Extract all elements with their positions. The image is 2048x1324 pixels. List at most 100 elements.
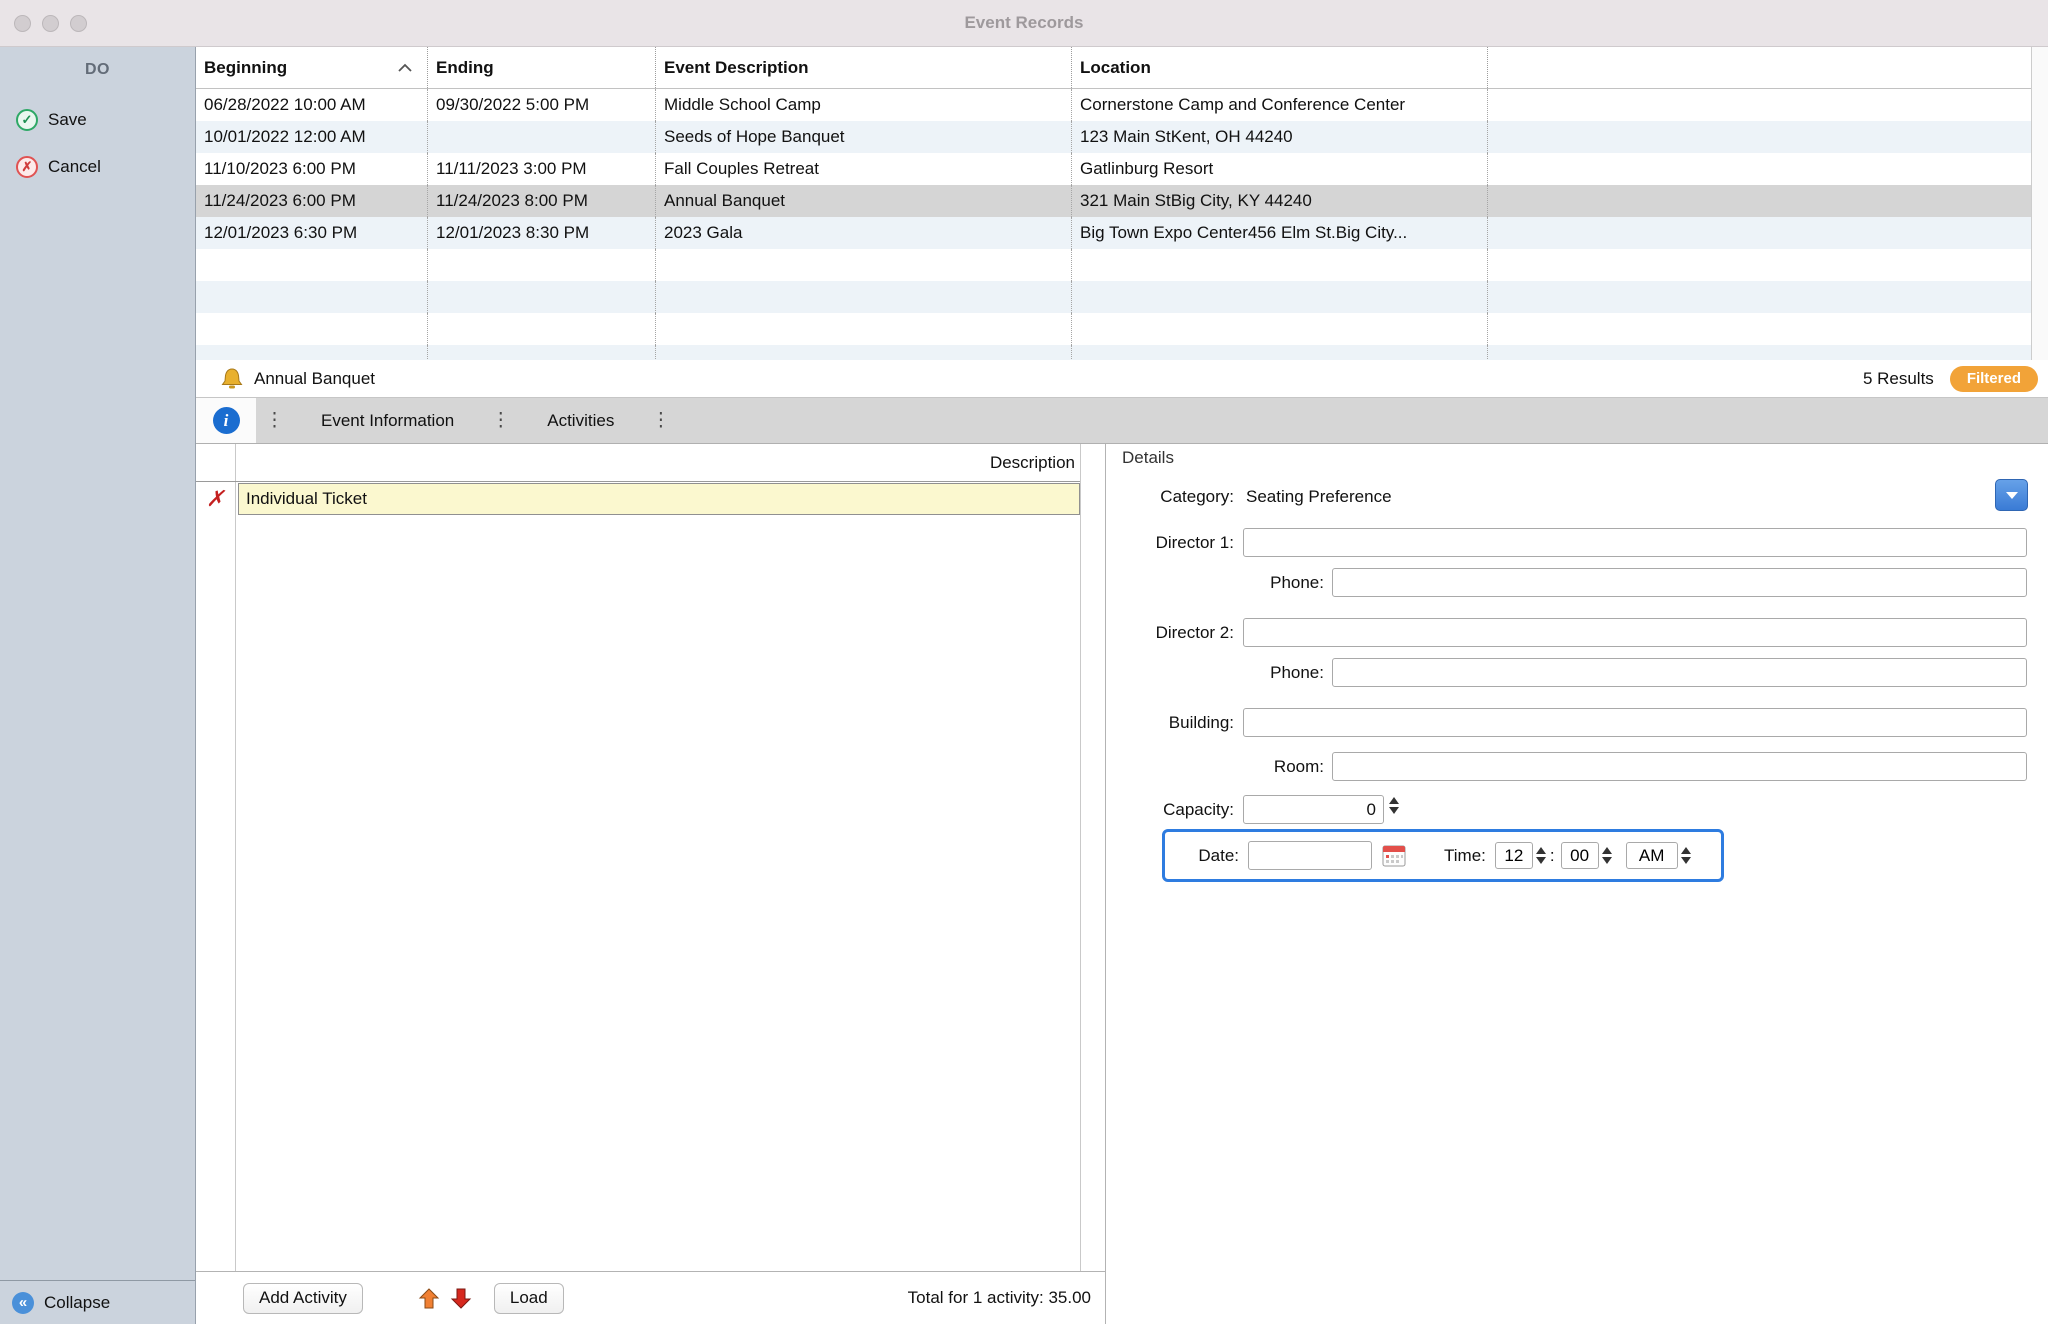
table-row[interactable]: 12/01/2023 6:30 PM 12/01/2023 8:30 PM 20…	[196, 217, 2048, 249]
time-ampm-input[interactable]	[1625, 842, 1678, 869]
capacity-stepper[interactable]	[1389, 797, 1399, 814]
director2-label: Director 2:	[1155, 623, 1234, 642]
table-row-empty	[196, 313, 2048, 345]
info-icon: i	[212, 407, 240, 434]
cell-location: Big Town Expo Center456 Elm St.Big City.…	[1072, 217, 1488, 249]
cell-location: 321 Main StBig City, KY 44240	[1072, 185, 1488, 217]
category-value: Seating Preference	[1246, 487, 1392, 506]
director2-input[interactable]	[1243, 618, 2027, 647]
cell-ending: 12/01/2023 8:30 PM	[428, 217, 656, 249]
section-header: Annual Banquet 5 Results Filtered	[196, 360, 2048, 398]
date-time-group: Date: Time: 12: 00 AM	[1162, 829, 1724, 882]
calendar-icon[interactable]	[1382, 844, 1406, 867]
column-divider	[1080, 444, 1081, 1271]
cancel-x-icon: ✗	[16, 156, 38, 178]
phone2-input[interactable]	[1332, 658, 2027, 687]
category-label: Category:	[1160, 487, 1234, 506]
cell-description: Fall Couples Retreat	[656, 153, 1072, 185]
collapse-label: Collapse	[44, 1292, 111, 1312]
description-column-header: Description	[196, 444, 1080, 482]
cancel-label: Cancel	[48, 157, 101, 176]
cell-ending	[428, 121, 656, 153]
table-scrollbar[interactable]	[2031, 47, 2048, 360]
hour-stepper[interactable]	[1535, 847, 1546, 864]
cell-beginning: 11/10/2023 6:00 PM	[196, 153, 428, 185]
column-header-blank	[1488, 47, 2048, 88]
cell-location: Cornerstone Camp and Conference Center	[1072, 89, 1488, 121]
cell-description: 2023 Gala	[656, 217, 1072, 249]
records-table-body: 06/28/2022 10:00 AM 09/30/2022 5:00 PM M…	[196, 89, 2048, 360]
cell-blank	[1488, 217, 2048, 249]
capacity-label: Capacity:	[1163, 800, 1234, 819]
director1-input[interactable]	[1243, 528, 2027, 557]
table-row-selected[interactable]: 11/24/2023 6:00 PM 11/24/2023 8:00 PM An…	[196, 185, 2048, 217]
details-panel: Details Category: Seating Preference Dir…	[1106, 444, 2048, 1324]
cancel-button[interactable]: ✗ Cancel	[0, 153, 195, 181]
results-count: 5 Results	[1862, 368, 1934, 388]
save-check-icon: ✓	[16, 109, 38, 131]
director1-label: Director 1:	[1155, 533, 1234, 552]
cell-beginning: 10/01/2022 12:00 AM	[196, 121, 428, 153]
activities-total: Total for 1 activity: 35.00	[907, 1288, 1091, 1307]
activity-description-cell[interactable]: Individual Ticket	[238, 483, 1080, 515]
capacity-input[interactable]	[1243, 795, 1384, 824]
table-row[interactable]: 10/01/2022 12:00 AM Seeds of Hope Banque…	[196, 121, 2048, 153]
delete-activity-icon[interactable]: ✗	[206, 484, 224, 516]
sort-ascending-icon	[398, 63, 412, 72]
date-label: Date:	[1198, 845, 1239, 865]
cell-beginning: 06/28/2022 10:00 AM	[196, 89, 428, 121]
building-label: Building:	[1168, 713, 1234, 732]
drag-dots-icon: ⋮	[265, 410, 284, 431]
drag-dots-icon: ⋮	[651, 410, 671, 431]
date-input[interactable]	[1248, 841, 1372, 870]
activities-toolbar: Add Activity Load Total for 1 activity: …	[196, 1271, 1105, 1324]
zoom-button[interactable]	[70, 15, 87, 32]
minimize-button[interactable]	[42, 15, 59, 32]
category-dropdown-button[interactable]	[1995, 479, 2028, 511]
cell-beginning: 12/01/2023 6:30 PM	[196, 217, 428, 249]
minute-stepper[interactable]	[1601, 847, 1612, 864]
column-header-ending[interactable]: Ending	[428, 47, 656, 88]
time-minute-input[interactable]	[1560, 842, 1599, 869]
column-header-beginning[interactable]: Beginning	[196, 47, 428, 88]
save-button[interactable]: ✓ Save	[0, 106, 195, 134]
room-label: Room:	[1273, 757, 1324, 776]
close-button[interactable]	[14, 15, 31, 32]
save-label: Save	[48, 110, 87, 129]
table-row[interactable]: 06/28/2022 10:00 AM 09/30/2022 5:00 PM M…	[196, 89, 2048, 121]
add-activity-button[interactable]: Add Activity	[243, 1282, 363, 1314]
cell-ending: 09/30/2022 5:00 PM	[428, 89, 656, 121]
ampm-stepper[interactable]	[1680, 847, 1691, 864]
phone1-input[interactable]	[1332, 568, 2027, 597]
sidebar-header: DO	[85, 61, 110, 78]
table-row[interactable]: 11/10/2023 6:00 PM 11/11/2023 3:00 PM Fa…	[196, 153, 2048, 185]
tab-activities[interactable]: Activities	[547, 411, 614, 431]
move-down-icon[interactable]	[450, 1287, 472, 1310]
drag-dots-icon: ⋮	[491, 410, 511, 431]
table-row-empty	[196, 345, 2048, 360]
column-header-location[interactable]: Location	[1072, 47, 1488, 88]
collapse-chevrons-icon: «	[12, 1291, 34, 1314]
move-up-icon[interactable]	[418, 1287, 440, 1310]
cell-beginning: 11/24/2023 6:00 PM	[196, 185, 428, 217]
collapse-button[interactable]: « Collapse	[0, 1280, 195, 1324]
column-header-description[interactable]: Event Description	[656, 47, 1072, 88]
details-title: Details	[1122, 448, 1174, 467]
sidebar: DO ✓ Save ✗ Cancel « Collapse	[0, 47, 196, 1324]
window-title: Event Records	[964, 13, 1084, 32]
cell-description: Seeds of Hope Banquet	[656, 121, 1072, 153]
building-input[interactable]	[1243, 708, 2027, 737]
filtered-badge[interactable]: Filtered	[1949, 365, 2038, 392]
load-button[interactable]: Load	[493, 1282, 564, 1314]
info-button[interactable]: i	[196, 398, 256, 443]
time-hour-input[interactable]	[1494, 842, 1533, 869]
cell-blank	[1488, 153, 2048, 185]
activities-panel: Description ✗ Individual Ticket Add Acti…	[196, 444, 1106, 1324]
beginning-header-label: Beginning	[204, 58, 288, 77]
records-table-header: Beginning Ending Event Description Locat…	[196, 47, 2048, 89]
cell-ending: 11/24/2023 8:00 PM	[428, 185, 656, 217]
room-input[interactable]	[1332, 752, 2027, 781]
column-divider	[235, 444, 236, 1271]
tab-event-information[interactable]: Event Information	[321, 411, 454, 431]
cell-description: Annual Banquet	[656, 185, 1072, 217]
